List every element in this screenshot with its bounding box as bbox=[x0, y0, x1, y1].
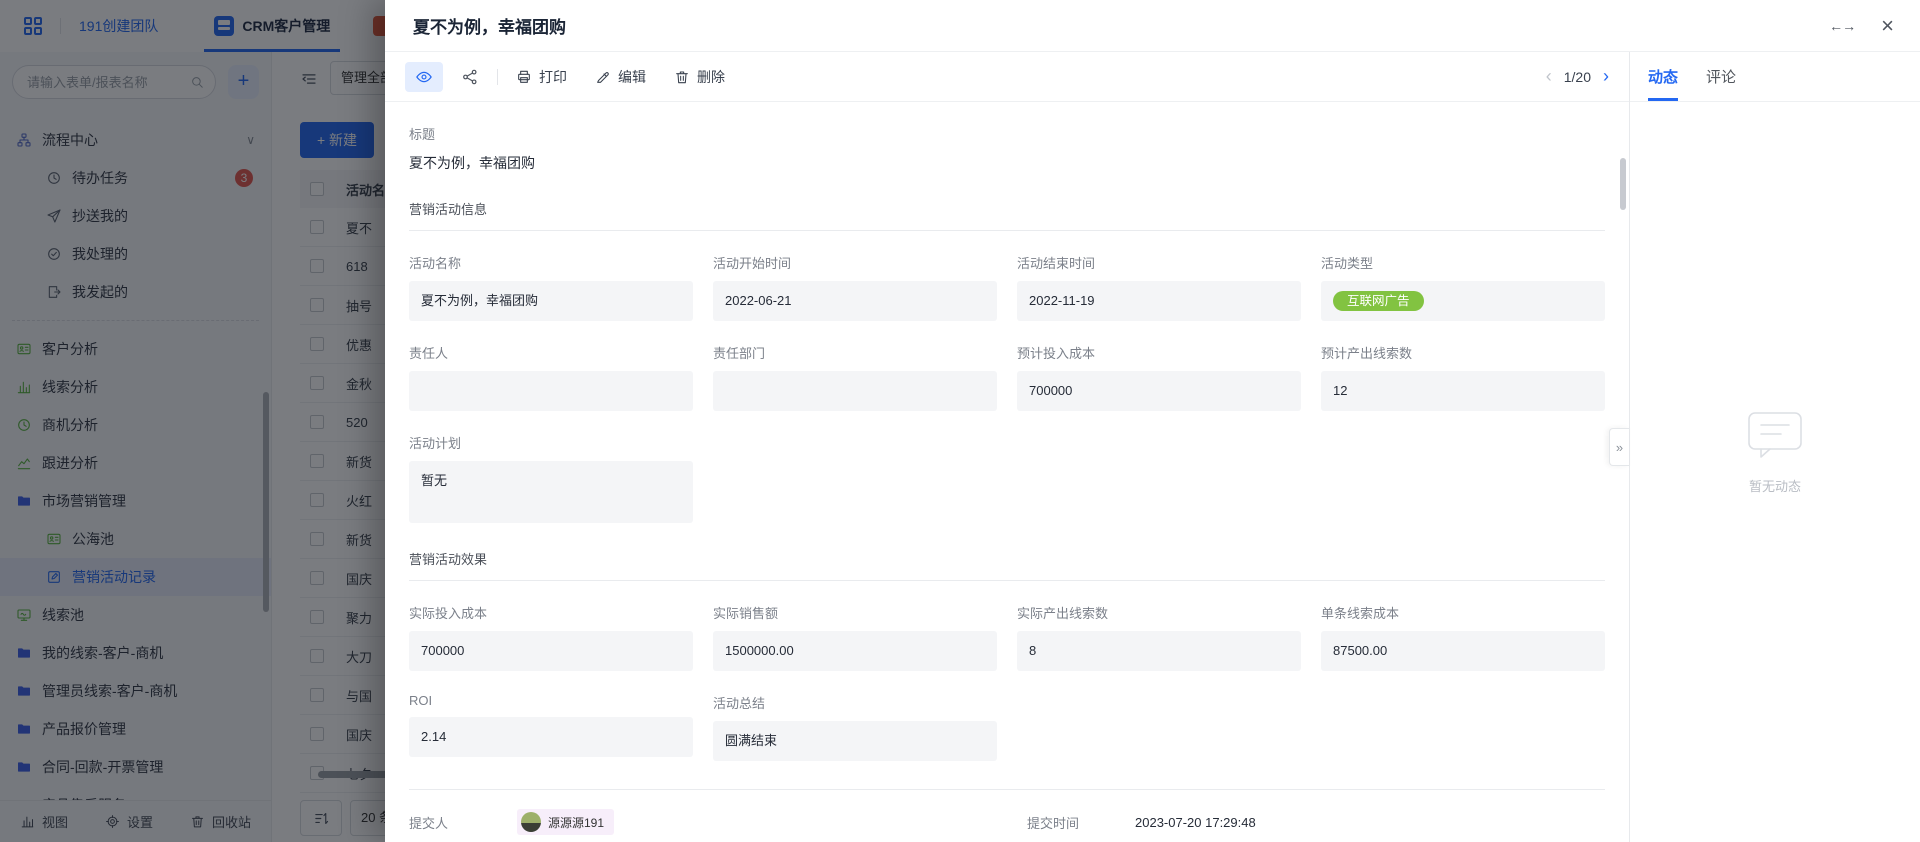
field-label: 责任人 bbox=[409, 343, 693, 362]
share-button[interactable] bbox=[461, 68, 479, 86]
field-planned-cost: 预计投入成本 700000 bbox=[1017, 321, 1301, 411]
trash-icon bbox=[674, 69, 690, 85]
submitter-chip: 源源源191 bbox=[517, 809, 614, 835]
record-pager: ‹ 1/20 › bbox=[1546, 66, 1609, 87]
meta-submitter: 提交人 源源源191 bbox=[409, 800, 987, 842]
field-label: 活动类型 bbox=[1321, 253, 1605, 272]
edit-button[interactable]: 编辑 bbox=[595, 67, 646, 87]
field-start-time: 活动开始时间 2022-06-21 bbox=[713, 231, 997, 321]
detail-scrollbar-thumb[interactable] bbox=[1620, 158, 1626, 210]
field-owner: 责任人 bbox=[409, 321, 693, 411]
field-value: 2.14 bbox=[409, 717, 693, 757]
record-detail-drawer: 夏不为例，幸福团购 ←→ × 打印 bbox=[385, 0, 1920, 842]
activity-empty-state: 暂无动态 bbox=[1630, 82, 1920, 822]
field-value: 圆满结束 bbox=[713, 721, 997, 761]
delete-label: 删除 bbox=[697, 67, 725, 87]
field-expected-leads: 预计产出线索数 12 bbox=[1321, 321, 1605, 411]
detail-content: 标题 夏不为例，幸福团购 营销活动信息 活动名称 夏不为例，幸福团购 活动开始时… bbox=[385, 102, 1629, 842]
field-value bbox=[409, 371, 693, 411]
window-controls: ←→ × bbox=[1829, 15, 1894, 37]
drawer-header: 夏不为例，幸福团购 ←→ × bbox=[385, 0, 1920, 52]
detail-toolbar: 打印 编辑 删除 ‹ 1/20 › bbox=[385, 52, 1629, 102]
prev-record-icon[interactable]: ‹ bbox=[1546, 66, 1552, 87]
section-title-info: 营销活动信息 bbox=[409, 199, 1605, 218]
detail-main-panel: 打印 编辑 删除 ‹ 1/20 › bbox=[385, 52, 1629, 842]
drawer-body: 打印 编辑 删除 ‹ 1/20 › bbox=[385, 52, 1920, 842]
field-label: 活动计划 bbox=[409, 433, 693, 452]
pencil-icon bbox=[595, 69, 611, 85]
field-value: 2022-06-21 bbox=[713, 281, 997, 321]
printer-icon bbox=[516, 69, 532, 85]
field-summary: 活动总结 圆满结束 bbox=[713, 671, 997, 761]
field-end-time: 活动结束时间 2022-11-19 bbox=[1017, 231, 1301, 321]
title-field-value: 夏不为例，幸福团购 bbox=[409, 153, 1605, 173]
field-activity-plan: 活动计划 暂无 bbox=[409, 411, 693, 523]
field-label: 活动结束时间 bbox=[1017, 253, 1301, 272]
meta-label: 提交时间 bbox=[1027, 813, 1135, 832]
expand-icon[interactable]: ←→ bbox=[1829, 18, 1855, 34]
info-field-grid: 活动名称 夏不为例，幸福团购 活动开始时间 2022-06-21 活动结束时间 … bbox=[409, 231, 1605, 523]
field-activity-type: 活动类型 互联网广告 bbox=[1321, 231, 1605, 321]
title-field-label: 标题 bbox=[409, 124, 1605, 143]
field-label: 预计投入成本 bbox=[1017, 343, 1301, 362]
field-actual-leads: 实际产出线索数 8 bbox=[1017, 581, 1301, 671]
field-cost-per-lead: 单条线索成本 87500.00 bbox=[1321, 581, 1605, 671]
field-department: 责任部门 bbox=[713, 321, 997, 411]
activity-type-tag: 互联网广告 bbox=[1333, 291, 1424, 312]
activity-panel: 动态 评论 暂无动态 bbox=[1629, 52, 1920, 842]
field-label: 预计产出线索数 bbox=[1321, 343, 1605, 362]
empty-state-text: 暂无动态 bbox=[1749, 476, 1801, 495]
next-record-icon[interactable]: › bbox=[1603, 66, 1609, 87]
field-label: 责任部门 bbox=[713, 343, 997, 362]
meta-divider bbox=[409, 789, 1605, 790]
field-actual-cost: 实际投入成本 700000 bbox=[409, 581, 693, 671]
field-value: 700000 bbox=[1017, 371, 1301, 411]
avatar bbox=[521, 812, 541, 832]
chat-bubble-icon bbox=[1746, 410, 1804, 460]
field-value: 87500.00 bbox=[1321, 631, 1605, 671]
field-value: 1500000.00 bbox=[713, 631, 997, 671]
field-value: 700000 bbox=[409, 631, 693, 671]
meta-submit-time: 提交时间 2023-07-20 17:29:48 bbox=[1027, 800, 1605, 842]
field-label: 活动名称 bbox=[409, 253, 693, 272]
print-label: 打印 bbox=[539, 67, 567, 87]
field-roi: ROI 2.14 bbox=[409, 671, 693, 761]
share-icon bbox=[461, 68, 479, 86]
field-value: 暂无 bbox=[409, 461, 693, 523]
field-value: 8 bbox=[1017, 631, 1301, 671]
field-value bbox=[713, 371, 997, 411]
app-root: 191创建团队 CRM客户管理 + 流程中心 ∨ bbox=[0, 0, 1920, 842]
meta-label: 提交人 bbox=[409, 813, 517, 832]
field-activity-name: 活动名称 夏不为例，幸福团购 bbox=[409, 231, 693, 321]
record-title: 夏不为例，幸福团购 bbox=[413, 13, 566, 38]
field-label: ROI bbox=[409, 693, 693, 708]
toolbar-divider bbox=[497, 69, 498, 85]
effect-field-grid: 实际投入成本 700000 实际销售额 1500000.00 实际产出线索数 8 bbox=[409, 581, 1605, 761]
pager-count: 1/20 bbox=[1564, 69, 1591, 85]
field-label: 实际产出线索数 bbox=[1017, 603, 1301, 622]
eye-icon bbox=[415, 68, 433, 86]
print-button[interactable]: 打印 bbox=[516, 67, 567, 87]
close-icon[interactable]: × bbox=[1881, 15, 1894, 37]
field-value: 2022-11-19 bbox=[1017, 281, 1301, 321]
section-title-effect: 营销活动效果 bbox=[409, 549, 1605, 568]
field-label: 实际销售额 bbox=[713, 603, 997, 622]
submitter-name: 源源源191 bbox=[548, 814, 604, 831]
field-actual-sales: 实际销售额 1500000.00 bbox=[713, 581, 997, 671]
collapse-panel-handle[interactable]: » bbox=[1609, 428, 1629, 466]
meta-grid: 提交人 源源源191 提交时间 2023-07-20 17:29:48 更新时间 bbox=[409, 800, 1605, 842]
submit-time-value: 2023-07-20 17:29:48 bbox=[1135, 815, 1256, 830]
field-label: 活动总结 bbox=[713, 693, 997, 712]
field-value: 夏不为例，幸福团购 bbox=[409, 281, 693, 321]
field-label: 实际投入成本 bbox=[409, 603, 693, 622]
edit-label: 编辑 bbox=[618, 67, 646, 87]
field-label: 活动开始时间 bbox=[713, 253, 997, 272]
view-mode-button[interactable] bbox=[405, 62, 443, 92]
field-label: 单条线索成本 bbox=[1321, 603, 1605, 622]
field-value: 12 bbox=[1321, 371, 1605, 411]
delete-button[interactable]: 删除 bbox=[674, 67, 725, 87]
field-value: 互联网广告 bbox=[1321, 281, 1605, 321]
